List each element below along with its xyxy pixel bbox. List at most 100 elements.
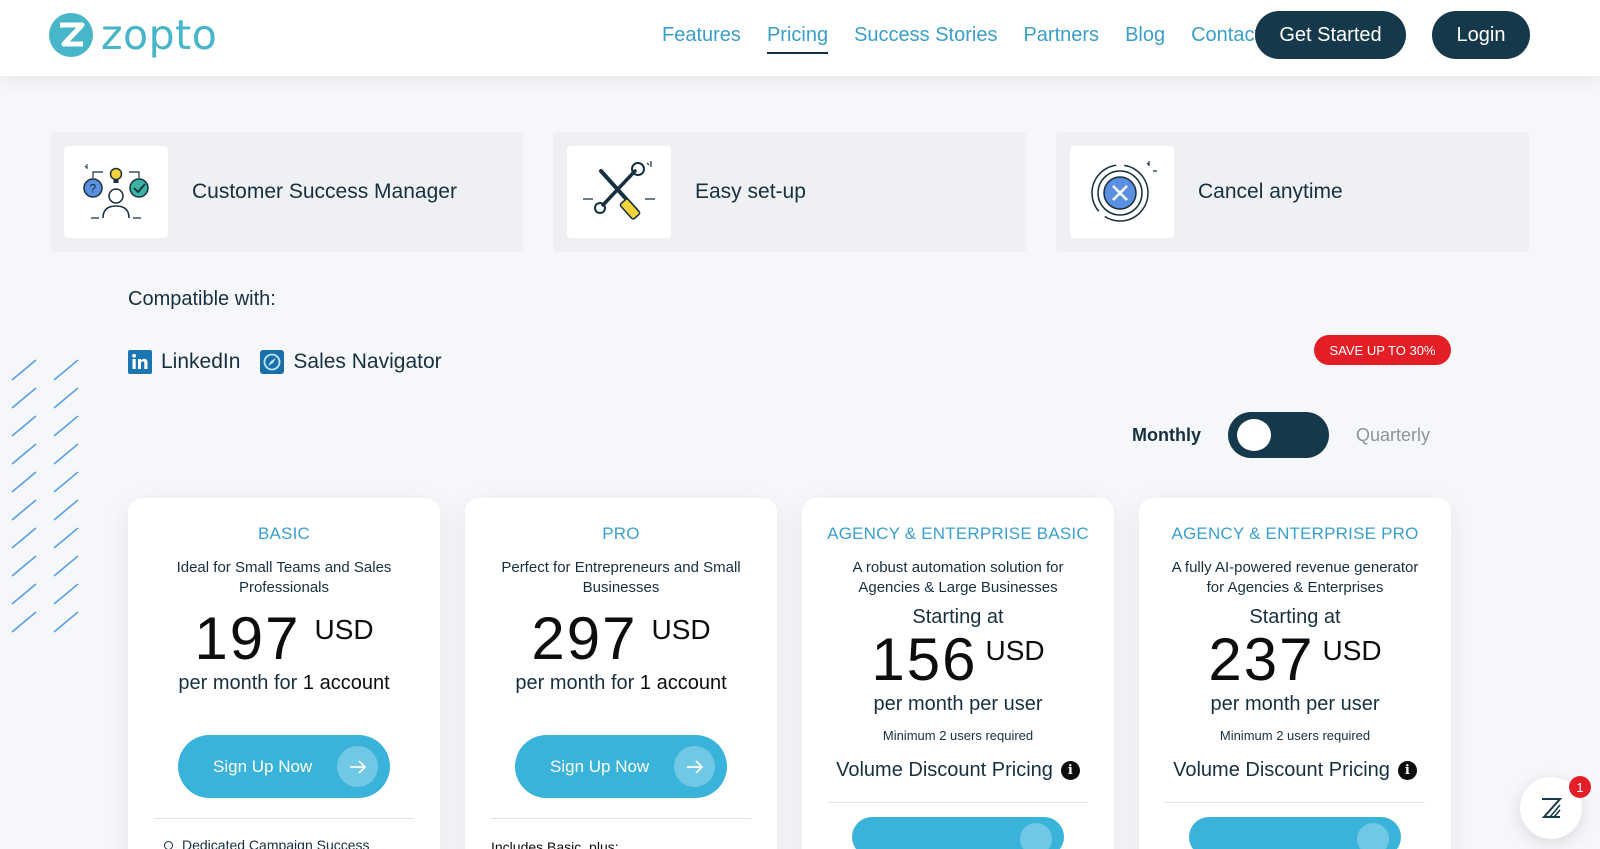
price-amount: 197 <box>194 605 301 672</box>
compat-label: LinkedIn <box>161 350 241 373</box>
min-users-note: Minimum 2 users required <box>1219 728 1371 743</box>
card-divider <box>1165 802 1425 803</box>
plan-description: A fully AI-powered revenue generator for… <box>1171 559 1419 596</box>
feature-easy-setup: Easy set-up <box>553 132 1026 252</box>
price-period: per month per user <box>873 693 1043 715</box>
site-header: zopto Features Pricing Success Stories P… <box>0 0 1600 76</box>
price-amount: 297 <box>531 605 638 672</box>
plan-name: AGENCY & ENTERPRISE BASIC <box>827 524 1089 543</box>
plan-name: BASIC <box>257 524 311 543</box>
sign-up-label: Sign Up Now <box>550 756 650 776</box>
arrow-right-icon <box>1357 823 1389 849</box>
info-icon[interactable]: i <box>1060 761 1080 780</box>
decorative-stripes <box>11 359 79 633</box>
sign-up-button[interactable]: Sign Up Now <box>178 735 390 798</box>
zopto-logo[interactable]: zopto <box>49 13 217 57</box>
card-divider <box>491 818 751 819</box>
compatible-title: Compatible with: <box>128 288 276 310</box>
price-period-prefix: per month for <box>515 672 635 694</box>
tools-icon <box>583 161 655 220</box>
bullet-icon <box>164 840 173 849</box>
login-button[interactable]: Login <box>1432 11 1530 59</box>
main-nav: Features Pricing Success Stories Partner… <box>662 22 1286 54</box>
price-period: per month for 1 account <box>465 672 777 695</box>
sign-up-label: Sign Up Now <box>213 756 313 776</box>
min-users-note: Minimum 2 users required <box>882 728 1034 743</box>
plan-name: PRO <box>602 524 640 543</box>
price-period-bold: 1 account <box>302 672 390 694</box>
chat-notification-badge: 1 <box>1569 776 1591 798</box>
billing-toggle[interactable] <box>1228 412 1329 458</box>
cancel-icon <box>1091 161 1157 222</box>
price-currency: USD <box>651 614 711 645</box>
nav-blog[interactable]: Blog <box>1125 22 1165 54</box>
price-currency: USD <box>314 614 374 645</box>
nav-pricing[interactable]: Pricing <box>766 22 829 54</box>
plan-feature-item: Dedicated Campaign Success <box>164 837 440 849</box>
volume-discount[interactable]: Volume Discount Pricing i <box>802 759 1114 782</box>
sales-navigator-icon <box>260 350 285 374</box>
volume-discount[interactable]: Volume Discount Pricing i <box>1139 759 1451 782</box>
plan-feature-label: Dedicated Campaign Success <box>182 837 370 849</box>
price-period: per month for 1 account <box>128 672 440 695</box>
svg-text:?: ? <box>90 182 97 196</box>
price-amount: 156 <box>871 626 978 693</box>
feature-label: Customer Success Manager <box>192 180 457 203</box>
monthly-label[interactable]: Monthly <box>1132 425 1201 446</box>
price-period-prefix: per month for <box>178 672 298 694</box>
plan-card-pro: PRO Perfect for Entrepreneurs and Small … <box>465 498 777 849</box>
nav-features[interactable]: Features <box>662 22 741 54</box>
plan-includes: Includes Basic, plus: <box>491 839 619 849</box>
feature-label: Cancel anytime <box>1198 180 1343 203</box>
price-amount: 237 <box>1208 626 1315 693</box>
feature-icon-box <box>1070 146 1174 238</box>
plan-price: 297 USD <box>465 608 777 670</box>
feature-label: Easy set-up <box>695 180 806 203</box>
plan-price: 197 USD <box>128 608 440 670</box>
feature-icon-box <box>567 146 671 238</box>
plan-description: A robust automation solution for Agencie… <box>852 559 1064 596</box>
billing-toggle-row: Monthly Quarterly <box>1132 412 1430 458</box>
feature-cancel-anytime: Cancel anytime <box>1056 132 1529 252</box>
quarterly-label[interactable]: Quarterly <box>1356 425 1430 446</box>
nav-contact[interactable]: Contact <box>1191 22 1260 54</box>
compat-label: Sales Navigator <box>293 350 442 373</box>
price-currency: USD <box>985 635 1045 666</box>
arrow-right-icon <box>337 746 378 787</box>
volume-discount-label: Volume Discount Pricing <box>836 759 1053 781</box>
card-divider <box>154 818 414 819</box>
compat-sales-navigator: Sales Navigator <box>260 350 442 374</box>
plan-name: AGENCY & ENTERPRISE PRO <box>1171 524 1419 543</box>
sign-up-button[interactable]: Sign Up Now <box>515 735 727 798</box>
get-started-button[interactable]: Get Started <box>1255 11 1406 59</box>
save-badge: SAVE UP TO 30% <box>1314 335 1451 365</box>
compat-linkedin: LinkedIn <box>128 350 240 374</box>
compatible-list: LinkedIn Sales Navigator <box>128 350 462 374</box>
plan-price: 156 USD <box>802 629 1114 691</box>
zopto-logo-icon <box>49 13 93 57</box>
plan-card-agency-basic: AGENCY & ENTERPRISE BASIC A robust autom… <box>802 498 1114 849</box>
plan-card-agency-pro: AGENCY & ENTERPRISE PRO A fully AI-power… <box>1139 498 1451 849</box>
plan-price: 237 USD <box>1139 629 1451 691</box>
nav-partners[interactable]: Partners <box>1023 22 1099 54</box>
nav-success-stories[interactable]: Success Stories <box>854 22 997 54</box>
price-currency: USD <box>1322 635 1382 666</box>
plan-description: Ideal for Small Teams and Sales Professi… <box>176 559 392 596</box>
feature-icon-box: ? <box>64 146 168 238</box>
logo-wordmark: zopto <box>101 11 218 59</box>
plan-description: Perfect for Entrepreneurs and Small Busi… <box>501 559 741 596</box>
toggle-knob <box>1237 419 1271 451</box>
plan-cta-button[interactable] <box>852 817 1064 849</box>
info-icon[interactable]: i <box>1397 761 1417 780</box>
customer-success-icon: ? <box>83 164 149 219</box>
linkedin-icon <box>128 350 152 374</box>
arrow-right-icon <box>1020 823 1052 849</box>
chat-logo-icon <box>1541 798 1563 818</box>
price-period-bold: 1 account <box>639 672 727 694</box>
feature-customer-success: ? Customer Success Manager <box>50 132 523 252</box>
arrow-right-icon <box>674 746 715 787</box>
plan-cta-button[interactable] <box>1189 817 1401 849</box>
price-period: per month per user <box>1210 693 1380 715</box>
card-divider <box>828 802 1088 803</box>
volume-discount-label: Volume Discount Pricing <box>1173 759 1390 781</box>
